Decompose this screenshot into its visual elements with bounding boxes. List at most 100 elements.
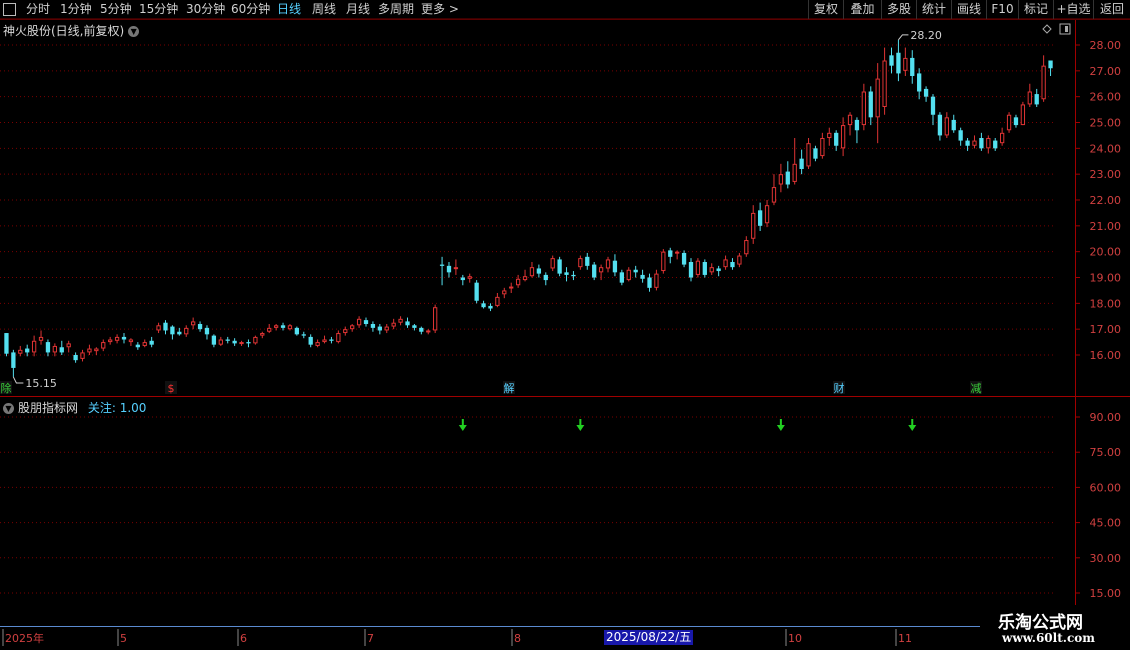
candle [896, 39, 901, 82]
candle-body [66, 343, 71, 348]
candle [744, 236, 749, 257]
candle [474, 280, 479, 304]
candle-body [384, 326, 389, 331]
price-tick-label: 16.00 [1090, 349, 1122, 362]
candle-body [467, 276, 472, 279]
candle-body [412, 325, 417, 328]
candle-body [128, 339, 134, 343]
kline-chart[interactable]: 28.00 27.00 26.00 25.00 24.00 23.00 22.00 21.00… [0, 0, 1130, 650]
candle [875, 63, 880, 144]
event-marker: 减 [971, 382, 982, 395]
candle-body [647, 277, 652, 288]
candle-body [585, 256, 590, 266]
candle [965, 138, 970, 151]
candle [405, 317, 410, 328]
candle-body [847, 114, 853, 126]
candle-body [903, 57, 908, 71]
candle-body [626, 269, 631, 281]
candle-body [661, 251, 666, 272]
candle-body [315, 342, 320, 346]
candle [156, 322, 161, 334]
candle-body [993, 140, 998, 149]
candle-body [778, 174, 784, 185]
candle [930, 94, 936, 126]
price-tick-label: 23.00 [1090, 168, 1122, 181]
candle-body [979, 138, 984, 149]
candle [108, 336, 113, 345]
candle [170, 325, 175, 340]
candle-body [785, 171, 790, 185]
date-label: 10 [788, 632, 802, 645]
down-arrow-icon [776, 419, 785, 431]
candle [419, 326, 424, 335]
down-arrow-icon [908, 419, 917, 431]
candle [502, 287, 507, 299]
candle [391, 318, 396, 330]
candle [253, 335, 258, 345]
candle [384, 324, 389, 334]
candle [605, 256, 611, 273]
price-tick-label: 24.00 [1090, 142, 1122, 155]
candle-body [675, 251, 680, 254]
candle-body [377, 326, 382, 331]
indicator-tick-label: 75.00 [1090, 446, 1122, 459]
candle [1006, 112, 1012, 133]
candle-body [280, 325, 286, 328]
candle-body [211, 335, 217, 345]
candle-body [73, 355, 78, 361]
candle [142, 339, 147, 348]
candle-body [453, 267, 459, 270]
candle-body [799, 158, 804, 169]
candle [370, 321, 376, 332]
candle-body [571, 274, 576, 277]
candle-body [605, 259, 611, 269]
candle-body [986, 138, 991, 149]
indicator-tick-label: 90.00 [1090, 411, 1122, 424]
candle [737, 252, 742, 268]
candle [827, 127, 832, 146]
candle-body [1048, 60, 1053, 69]
candle-body [343, 329, 348, 334]
price-tick-label: 21.00 [1090, 220, 1122, 233]
candle-body [515, 278, 521, 286]
candle [999, 127, 1005, 146]
candle-body [177, 331, 182, 335]
candle [94, 347, 99, 355]
candle [709, 263, 714, 275]
candle-body [225, 339, 230, 341]
candle-body [308, 336, 313, 345]
candle [121, 333, 127, 344]
candle [730, 258, 735, 270]
candle-body [38, 336, 44, 341]
candle-body [363, 320, 369, 324]
candle-body [702, 262, 707, 275]
candle [986, 135, 991, 154]
candle-body [273, 325, 279, 328]
candle-body [45, 342, 51, 353]
candle-body [522, 276, 528, 281]
candle-body [716, 268, 721, 272]
candle-body [681, 252, 687, 265]
candle-body [163, 322, 168, 331]
candle [785, 161, 790, 189]
candle-body [640, 274, 645, 279]
candle-body [488, 305, 493, 309]
candle [246, 339, 251, 348]
candle-body [370, 324, 376, 328]
price-tick-label: 20.00 [1090, 246, 1122, 259]
candle-body [87, 348, 92, 353]
candle [1013, 114, 1019, 128]
candle-body [419, 327, 424, 332]
candle-body [827, 132, 832, 138]
candle [1041, 55, 1046, 102]
candle [197, 321, 203, 332]
price-tick-label: 18.00 [1090, 297, 1122, 310]
candle [903, 47, 908, 76]
candle [882, 47, 887, 115]
candle [654, 269, 659, 291]
candle [38, 330, 44, 345]
candle [356, 316, 362, 328]
candle-body [197, 324, 203, 330]
candle [757, 202, 763, 231]
candle-body [757, 210, 763, 226]
